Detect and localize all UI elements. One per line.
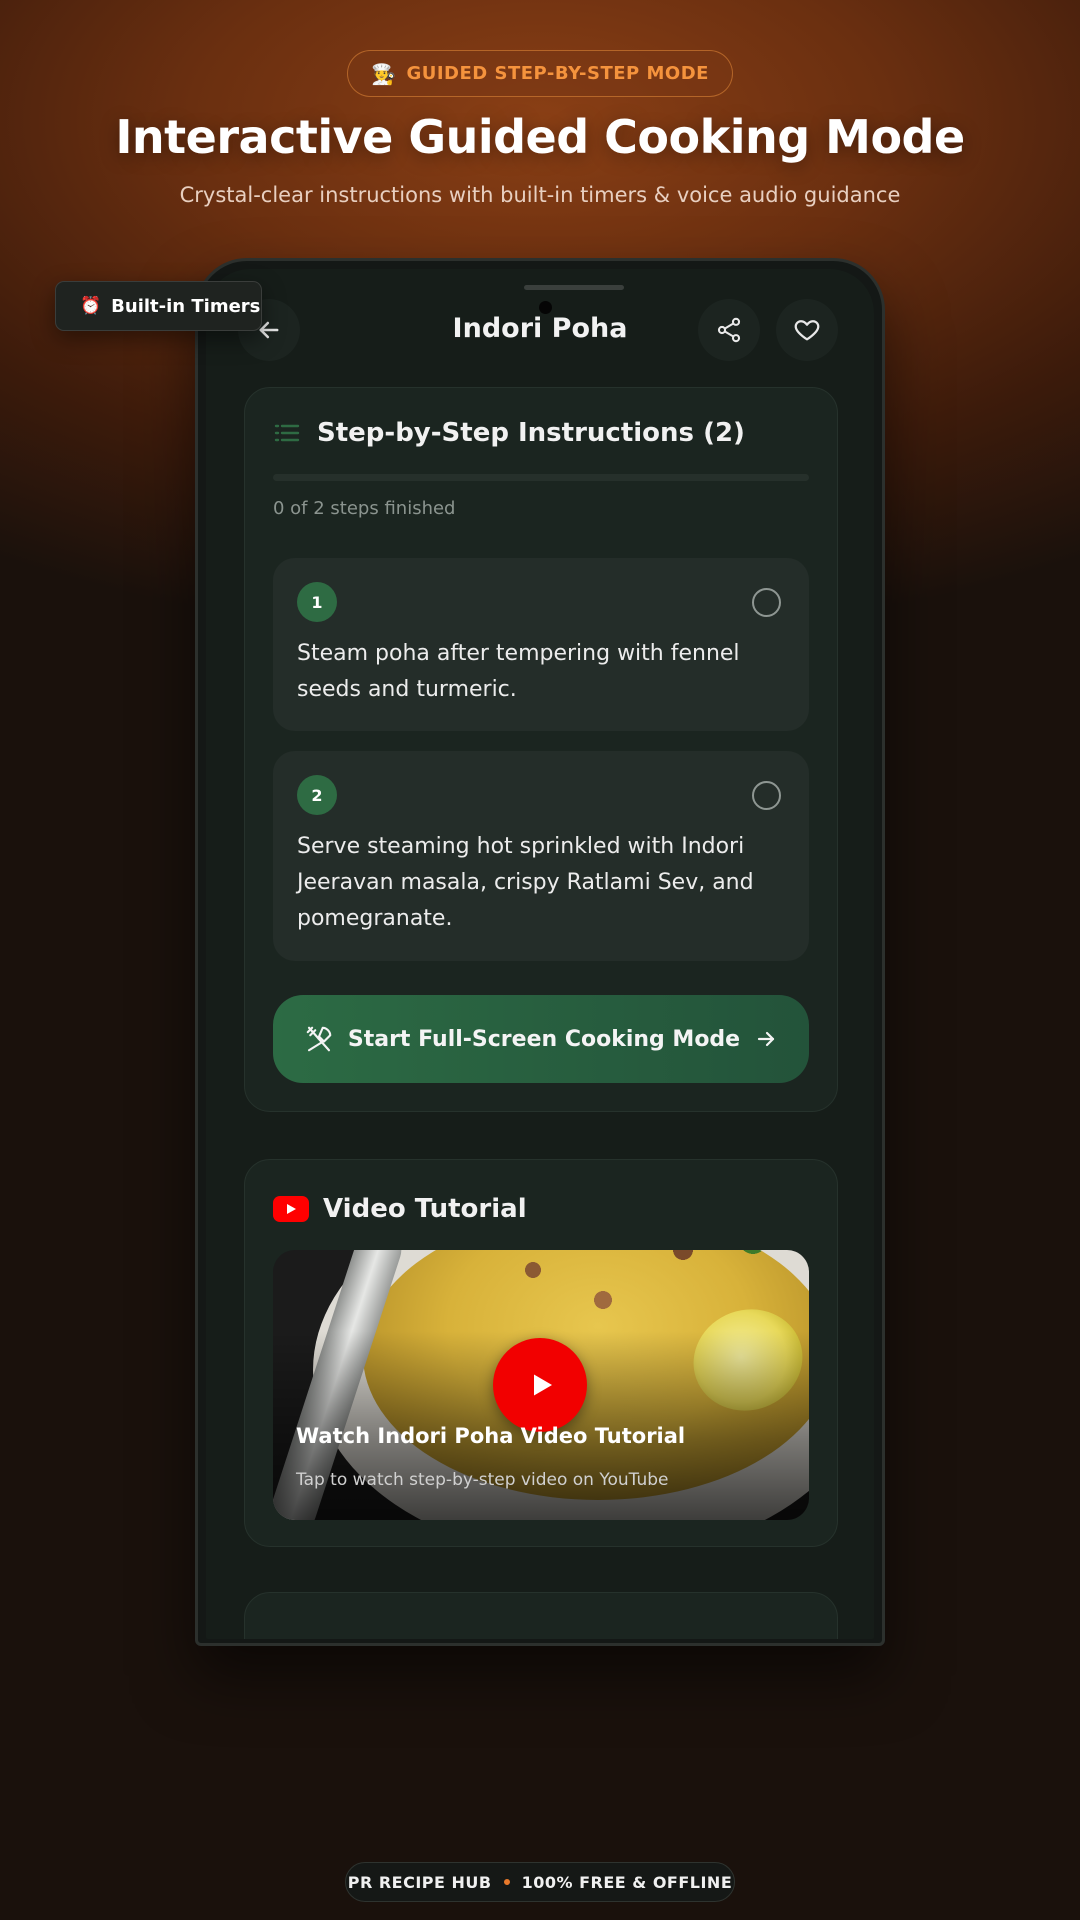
video-thumbnail-subtitle: Tap to watch step-by-step video on YouTu… xyxy=(296,1470,669,1490)
play-icon xyxy=(534,1374,552,1396)
heart-icon xyxy=(794,320,820,341)
step-text: Serve steaming hot sprinkled with Indori… xyxy=(297,834,754,931)
page-title: Interactive Guided Cooking Mode xyxy=(115,110,965,164)
phone-screen: Indori Poha Step-by-Step Instructions (2… xyxy=(206,269,874,1639)
step-checkbox[interactable] xyxy=(752,588,781,617)
youtube-icon xyxy=(273,1196,309,1222)
next-card-peek xyxy=(244,1592,838,1639)
phone-speaker xyxy=(524,285,624,290)
mode-badge-label: GUIDED STEP-BY-STEP MODE xyxy=(406,63,709,84)
footer-badge: PR RECIPE HUB 100% FREE & OFFLINE xyxy=(345,1862,735,1902)
favorite-button[interactable] xyxy=(776,299,838,361)
step-number: 2 xyxy=(297,775,337,815)
front-camera xyxy=(539,301,552,314)
footer-tagline: 100% FREE & OFFLINE xyxy=(521,1872,733,1892)
step-number: 1 xyxy=(297,582,337,622)
footer-brand: PR RECIPE HUB xyxy=(347,1872,492,1892)
recipe-title: Indori Poha xyxy=(452,313,628,344)
step-checkbox[interactable] xyxy=(752,781,781,810)
steps-progress-bar xyxy=(273,474,809,481)
phone-mockup: Indori Poha Step-by-Step Instructions (2… xyxy=(195,258,885,1646)
alarm-clock-icon: ⏰ xyxy=(80,296,102,316)
timers-badge: ⏰ Built-in Timers xyxy=(55,281,262,331)
page-subtitle: Crystal-clear instructions with built-in… xyxy=(179,183,901,207)
start-cooking-mode-label: Start Full-Screen Cooking Mode xyxy=(347,1026,741,1052)
video-thumbnail[interactable]: Watch Indori Poha Video Tutorial Tap to … xyxy=(273,1250,809,1520)
step-text: Steam poha after tempering with fennel s… xyxy=(297,641,740,702)
list-icon xyxy=(274,424,300,442)
steps-progress-text: 0 of 2 steps finished xyxy=(273,498,456,519)
instructions-title: Step-by-Step Instructions (2) xyxy=(317,418,745,448)
video-tutorial-card: Video Tutorial Watch Indori Poha Video T… xyxy=(244,1159,838,1547)
instructions-card: Step-by-Step Instructions (2) 0 of 2 ste… xyxy=(244,387,838,1112)
step-item[interactable]: 2 Serve steaming hot sprinkled with Indo… xyxy=(273,751,809,961)
utensils-icon xyxy=(306,1026,332,1052)
chef-emoji-icon: 🧑‍🍳 xyxy=(371,61,397,86)
video-thumbnail-title: Watch Indori Poha Video Tutorial xyxy=(296,1424,686,1448)
footer-separator-dot xyxy=(503,1879,510,1885)
share-icon xyxy=(717,317,741,343)
step-item[interactable]: 1 Steam poha after tempering with fennel… xyxy=(273,558,809,731)
start-cooking-mode-button[interactable]: Start Full-Screen Cooking Mode xyxy=(273,995,809,1083)
timers-badge-label: Built-in Timers xyxy=(111,295,261,317)
mode-badge: 🧑‍🍳 GUIDED STEP-BY-STEP MODE xyxy=(347,50,733,97)
play-button[interactable] xyxy=(493,1338,587,1432)
arrow-right-icon xyxy=(758,1031,775,1047)
share-button[interactable] xyxy=(698,299,760,361)
video-tutorial-title: Video Tutorial xyxy=(323,1194,527,1224)
